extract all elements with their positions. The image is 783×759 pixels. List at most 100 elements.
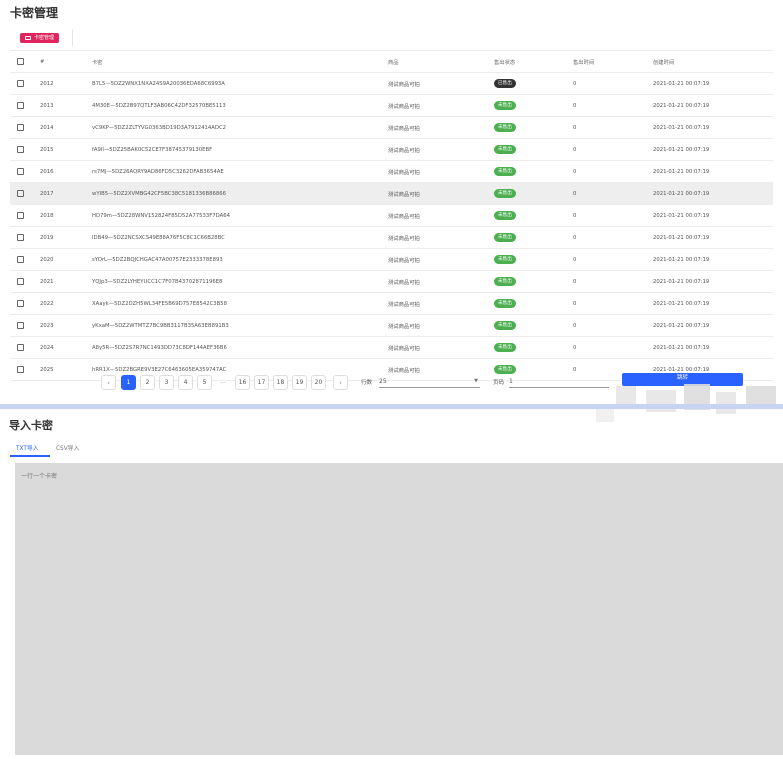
cell-product: 测试商品可拍 — [388, 279, 420, 286]
table-row[interactable]: 2019 IDB49—5DZ2NCSXCS49E88A76F5C8C1C66B28… — [10, 227, 773, 249]
prev-page-button[interactable]: ‹ — [101, 375, 116, 390]
row-checkbox[interactable] — [17, 146, 24, 153]
checkbox-box[interactable] — [17, 278, 24, 285]
cell-sold-time: 0 — [573, 366, 577, 373]
status-badge: 未售出 — [494, 167, 516, 176]
checkbox-box[interactable] — [17, 124, 24, 131]
row-checkbox[interactable] — [17, 278, 24, 285]
checkbox-box[interactable] — [17, 212, 24, 219]
page-button-2[interactable]: 2 — [140, 375, 155, 390]
table-row[interactable]: 2015 fA9II—5DZ25BAK0C52CE7F38745379130EBF… — [10, 139, 773, 161]
checkbox-box[interactable] — [17, 190, 24, 197]
cell-card-code: A8y5R—5DZ2S7R7NC1493DD73C8DF144AEF36B6 — [92, 344, 227, 351]
cell-sold-time: 0 — [573, 256, 577, 263]
checkbox-box[interactable] — [17, 234, 24, 241]
cell-created-time: 2021-01-21 00:07:19 — [653, 234, 710, 241]
select-all-checkbox[interactable] — [17, 58, 24, 65]
table-row[interactable]: 2020 sYOrL—5DZ2BQJCHGAC47A00757E2333378E8… — [10, 249, 773, 271]
page-button-17[interactable]: 17 — [254, 375, 269, 390]
cell-created-time: 2021-01-21 00:07:19 — [653, 300, 710, 307]
card-manage-tab-button[interactable]: 卡密管理 — [20, 33, 60, 43]
checkbox-box[interactable] — [17, 146, 24, 153]
row-checkbox[interactable] — [17, 168, 24, 175]
checkbox-box[interactable] — [17, 366, 24, 373]
col-header-code: 卡密 — [92, 59, 103, 66]
checkbox-box[interactable] — [17, 300, 24, 307]
cell-product: 测试商品可拍 — [388, 103, 420, 110]
table-row[interactable]: 2021 YQJp3—5DZ2LYHEYUCC1C7F07B43702871196… — [10, 271, 773, 293]
cell-created-time: 2021-01-21 00:07:19 — [653, 168, 710, 175]
tab-csv-import[interactable]: CSV导入 — [56, 443, 79, 452]
row-checkbox[interactable] — [17, 124, 24, 131]
row-checkbox[interactable] — [17, 80, 24, 87]
page-button-20[interactable]: 20 — [311, 375, 326, 390]
row-checkbox[interactable] — [17, 300, 24, 307]
row-checkbox[interactable] — [17, 212, 24, 219]
checkbox-box[interactable] — [17, 102, 24, 109]
table-row[interactable]: 2016 rs7MJ—5DZ26AQRY9AD86FD5C3262DFAB3654… — [10, 161, 773, 183]
status-badge-label: 未售出 — [494, 189, 516, 198]
cell-created-time: 2021-01-21 00:07:19 — [653, 190, 710, 197]
status-badge: 未售出 — [494, 211, 516, 220]
page-number-input[interactable]: 1 — [509, 375, 609, 388]
tab-txt-import[interactable]: TXT导入 — [16, 443, 39, 452]
row-checkbox[interactable] — [17, 322, 24, 329]
row-checkbox[interactable] — [17, 102, 24, 109]
rows-per-page-select[interactable]: 25 ▼ — [379, 375, 480, 388]
cell-product: 测试商品可拍 — [388, 125, 420, 132]
next-page-button[interactable]: › — [333, 375, 348, 390]
table-row[interactable]: 2023 yKxaM—5DZ2WTMTZ7BC9BB3117B35A63EB891… — [10, 315, 773, 337]
page-button-16[interactable]: 16 — [235, 375, 250, 390]
cell-card-code: YQJp3—5DZ2LYHEYUCC1C7F07B43702871196E8 — [92, 278, 223, 285]
checkbox-box[interactable] — [17, 168, 24, 175]
row-checkbox[interactable] — [17, 256, 24, 263]
page-button-3[interactable]: 3 — [159, 375, 174, 390]
checkbox-box[interactable] — [17, 256, 24, 263]
page-button-5[interactable]: 5 — [197, 375, 212, 390]
cell-id: 2018 — [40, 212, 54, 219]
cell-card-code: 4M30E—5DZ2B97QTLF3AB06C42DF32570BE5113 — [92, 102, 226, 109]
cell-sold-time: 0 — [573, 278, 577, 285]
section-divider — [0, 404, 783, 409]
page-button-18[interactable]: 18 — [273, 375, 288, 390]
cell-product: 测试商品可拍 — [388, 81, 420, 88]
page-button-4[interactable]: 4 — [178, 375, 193, 390]
table-row[interactable]: 2013 4M30E—5DZ2B97QTLF3AB06C42DF32570BE51… — [10, 95, 773, 117]
card-codes-textarea[interactable]: 一行一个卡密 — [15, 463, 783, 755]
row-checkbox[interactable] — [17, 366, 24, 373]
page-button-19[interactable]: 19 — [292, 375, 307, 390]
divider — [72, 29, 73, 46]
cell-created-time: 2021-01-21 00:07:19 — [653, 146, 710, 153]
status-badge: 未售出 — [494, 101, 516, 110]
row-checkbox[interactable] — [17, 190, 24, 197]
row-checkbox[interactable] — [17, 344, 24, 351]
row-checkbox[interactable] — [17, 234, 24, 241]
status-badge-label: 未售出 — [494, 343, 516, 352]
table-row[interactable]: 2014 vC9KP—5DZ2ZLTYVG0363BD19D3A7912414AD… — [10, 117, 773, 139]
status-badge-label: 未售出 — [494, 233, 516, 242]
cell-product: 测试商品可拍 — [388, 191, 420, 198]
cell-sold-time: 0 — [573, 168, 577, 175]
status-badge-label: 未售出 — [494, 123, 516, 132]
col-header-id: # — [40, 58, 45, 65]
cell-product: 测试商品可拍 — [388, 323, 420, 330]
cell-id: 2013 — [40, 102, 54, 109]
cell-id: 2019 — [40, 234, 54, 241]
status-badge-label: 未售出 — [494, 277, 516, 286]
table-header: # 卡密 商品 售出状态 售出时间 创建时间 — [10, 51, 773, 73]
checkbox-box[interactable] — [17, 322, 24, 329]
status-badge: 未售出 — [494, 123, 516, 132]
checkbox-box[interactable] — [17, 344, 24, 351]
card-table: # 卡密 商品 售出状态 售出时间 创建时间 2012 B7L5—5DZ2WNX1… — [10, 51, 773, 381]
checkbox-box[interactable] — [17, 80, 24, 87]
cell-sold-time: 0 — [573, 234, 577, 241]
cell-card-code: IDB49—5DZ2NCSXCS49E88A76F5C8C1C66B28BC — [92, 234, 225, 241]
cell-sold-time: 0 — [573, 322, 577, 329]
table-row[interactable]: 2012 B7L5—5DZ2WNX1NXA24S9A20036EDA68C6993… — [10, 73, 773, 95]
page-number-value: 1 — [509, 378, 513, 385]
table-row[interactable]: 2017 wYIB5—5DZ2XVMBG42CF5BC38C5181336B868… — [10, 183, 773, 205]
table-row[interactable]: 2024 A8y5R—5DZ2S7R7NC1493DD73C8DF144AEF36… — [10, 337, 773, 359]
table-row[interactable]: 2022 XAayk—5DZ2DZH5WL34FE5B69D757E8542C3B… — [10, 293, 773, 315]
page-button-1[interactable]: 1 — [121, 375, 136, 390]
table-row[interactable]: 2018 HD79m—5DZ28WNV152824F85D52A77533F7DA… — [10, 205, 773, 227]
